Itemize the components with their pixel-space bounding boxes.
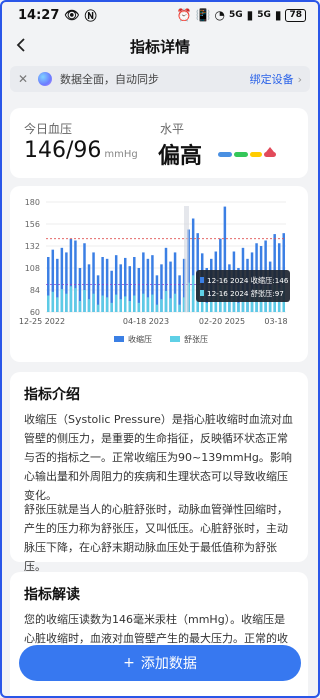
legend-swatch-diastolic xyxy=(170,336,180,342)
bar-diastolic-0 xyxy=(47,295,50,312)
legend-label-systolic: 收缩压 xyxy=(128,334,152,344)
summary-card: 今日血压 146/96 mmHg 水平 偏高 xyxy=(10,108,308,178)
interpretation-title: 指标解读 xyxy=(24,587,80,603)
tooltip-swatch-0 xyxy=(200,277,204,283)
bar-diastolic-9 xyxy=(87,299,91,312)
page-title: 指标详情 xyxy=(129,37,190,56)
level-value: 偏高 xyxy=(158,144,203,169)
chart-card: 60 84 108 132 156 180 12-25 2022 04-18 2023 02-2… xyxy=(10,186,308,362)
legend-swatch-systolic xyxy=(114,336,124,342)
bar-diastolic-11 xyxy=(96,304,100,312)
bar-diastolic-10 xyxy=(92,293,95,312)
bp-value: 146/96 mmHg xyxy=(24,138,138,163)
bar-diastolic-12 xyxy=(101,295,104,312)
signal-label-2: 5G xyxy=(257,10,271,20)
x-tick-label-1: 04-18 2023 xyxy=(123,317,169,326)
x-tick-label-3: 03-18 xyxy=(264,317,287,326)
y-tick-label-2: 108 xyxy=(25,264,40,273)
bar-diastolic-3 xyxy=(60,289,64,312)
bar-diastolic-22 xyxy=(146,297,150,312)
page-header: 指标详情 xyxy=(0,30,320,62)
intro-paragraph-1: 收缩压（Systolic Pressure）是指心脏收缩时血流对血管壁的侧压力，… xyxy=(24,413,293,502)
bar-diastolic-5 xyxy=(69,286,73,312)
sync-message: 数据全面，自动同步 xyxy=(60,73,159,86)
bp-unit: mmHg xyxy=(104,149,138,160)
legend-label-diastolic: 舒张压 xyxy=(184,334,208,344)
today-label: 今日血压 xyxy=(24,122,73,136)
signal-label: 5G xyxy=(228,10,243,20)
level-bar-normal xyxy=(234,152,248,157)
bar-diastolic-6 xyxy=(74,288,77,312)
bar-diastolic-8 xyxy=(83,290,86,312)
bar-diastolic-35 xyxy=(205,302,208,312)
battery-icon: 78 xyxy=(285,8,306,22)
signal-icon-2: ▮ xyxy=(274,8,282,22)
wifi-icon: ◔ xyxy=(214,8,225,22)
intro-card: 指标介绍 收缩压（Systolic Pressure）是指心脏收缩时血流对血管壁… xyxy=(10,372,308,573)
level-bar-elevated xyxy=(250,152,262,157)
bar-diastolic-19 xyxy=(133,295,136,312)
bar-diastolic-15 xyxy=(114,294,118,312)
bar-diastolic-18 xyxy=(128,301,132,312)
bar-diastolic-27 xyxy=(169,298,172,312)
highlight-column xyxy=(184,206,189,312)
intro-paragraph-2: 舒张压就是当人的心脏舒张时，动脉血管弹性回缩时，产生的压力称为舒张压，又叫低压。… xyxy=(24,503,288,573)
bar-diastolic-13 xyxy=(105,297,109,312)
y-tick-label-5: 180 xyxy=(25,198,40,207)
bar-diastolic-23 xyxy=(151,294,154,312)
alarm-icon: ⏰ xyxy=(176,8,192,22)
intro-title: 指标介绍 xyxy=(24,387,80,403)
app-logo-icon xyxy=(38,72,52,86)
status-time: 14:27 xyxy=(18,7,60,23)
bar-diastolic-32 xyxy=(191,275,195,312)
bar-diastolic-25 xyxy=(160,299,163,312)
chevron-left-icon xyxy=(16,38,25,52)
eye-icon: 👁 xyxy=(64,8,80,22)
y-tick-label-3: 132 xyxy=(25,242,40,251)
bp-chart[interactable]: 60 84 108 132 156 180 12-25 2022 04-18 2023 02-2… xyxy=(10,186,308,362)
y-tick-label-4: 156 xyxy=(25,220,40,229)
bar-diastolic-20 xyxy=(137,302,141,312)
x-tick-label-2: 02-20 2025 xyxy=(199,317,245,326)
add-data-label: 添加数据 xyxy=(140,656,197,672)
level-bar-low xyxy=(218,152,232,157)
x-tick-label-0: 12-25 2022 xyxy=(19,317,65,326)
bar-diastolic-26 xyxy=(164,290,168,312)
tooltip-swatch-1 xyxy=(200,290,204,296)
bp-reading: 146/96 xyxy=(24,138,102,163)
chevron-right-icon: › xyxy=(297,72,302,86)
nfc-icon: Ⓝ xyxy=(84,8,97,23)
back-button[interactable] xyxy=(10,33,34,57)
bar-diastolic-16 xyxy=(119,299,122,312)
y-tick-label-1: 84 xyxy=(30,286,40,295)
bar-diastolic-7 xyxy=(78,301,82,312)
tooltip-line-1: 12-16 2024 舒张压:97 xyxy=(207,289,284,298)
bar-diastolic-29 xyxy=(178,304,181,312)
plus-icon: + xyxy=(123,655,135,671)
bar-diastolic-24 xyxy=(155,304,159,312)
bar-diastolic-17 xyxy=(124,296,127,312)
bar-diastolic-2 xyxy=(56,297,59,312)
vibrate-icon: 📳 xyxy=(195,8,211,22)
y-tick-label-0: 60 xyxy=(30,308,40,317)
tooltip-line-0: 12-16 2024 收缩压:146 xyxy=(207,276,289,285)
status-bar: 14:27 👁 Ⓝ ⏰ 📳 ◔ 5G ▮ 5G ▮ 78 xyxy=(0,0,320,30)
level-indicator-icon xyxy=(266,147,274,152)
bar-diastolic-1 xyxy=(51,291,55,312)
sync-banner: ✕ 数据全面，自动同步 绑定设备 › xyxy=(10,66,310,92)
bar-diastolic-28 xyxy=(173,293,177,312)
close-icon[interactable]: ✕ xyxy=(18,72,32,86)
add-data-button[interactable]: + 添加数据 xyxy=(19,645,301,681)
bar-diastolic-42 xyxy=(237,302,240,312)
level-label: 水平 xyxy=(160,122,185,136)
bar-diastolic-21 xyxy=(142,293,145,312)
bind-device-link[interactable]: 绑定设备 xyxy=(250,71,294,87)
bar-diastolic-14 xyxy=(110,302,113,312)
bar-diastolic-4 xyxy=(65,293,68,312)
signal-icon: ▮ xyxy=(246,8,254,22)
